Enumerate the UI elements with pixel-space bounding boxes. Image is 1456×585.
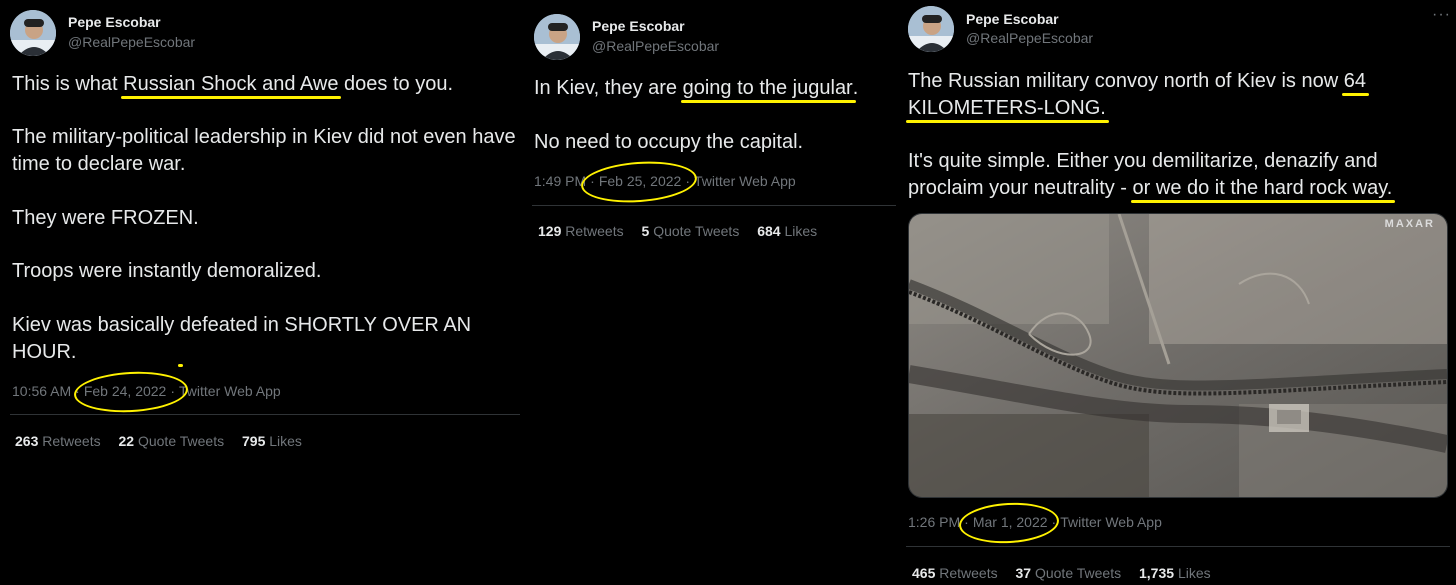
- tweet-stats: 465 Retweets 37 Quote Tweets 1,735 Likes: [912, 565, 1225, 581]
- highlighted-text: going to the jugular: [682, 77, 853, 99]
- divider: [532, 205, 896, 206]
- author-handle[interactable]: @RealPepeEscobar: [592, 38, 719, 54]
- highlighted-text: 64: [1343, 70, 1366, 92]
- quote-tweets-stat[interactable]: 5 Quote Tweets: [642, 223, 740, 239]
- avatar[interactable]: [908, 6, 954, 52]
- avatar[interactable]: [534, 14, 580, 60]
- avatar[interactable]: [10, 10, 56, 56]
- tweet-source[interactable]: Twitter Web App: [179, 383, 281, 399]
- tweet-time[interactable]: 1:49 PM: [534, 173, 586, 189]
- highlighted-text: or we do it the hard rock way.: [1132, 177, 1393, 199]
- tweet-date[interactable]: Feb 25, 2022: [599, 173, 682, 189]
- likes-stat[interactable]: 684 Likes: [757, 223, 817, 239]
- tweet-card: Pepe Escobar @RealPepeEscobar In Kiev, t…: [524, 0, 896, 585]
- tweet-meta: 10:56 AM · Feb 24, 2022 · Twitter Web App: [12, 383, 281, 399]
- tweet-text-paragraph: They were FROZEN.: [12, 207, 199, 229]
- retweets-stat[interactable]: 263 Retweets: [15, 433, 101, 449]
- tweet-card: Pepe Escobar @RealPepeEscobar This is wh…: [0, 0, 522, 585]
- tweet-text-paragraph: It's quite simple. Either you demilitari…: [908, 150, 1393, 199]
- highlighted-text: KILOMETERS-LONG.: [908, 97, 1106, 119]
- tweet-date[interactable]: Mar 1, 2022: [973, 514, 1048, 530]
- tweet-text-paragraph: Kiev was basically defeated in SHORTLY O…: [12, 314, 472, 363]
- tweet-text-paragraph: In Kiev, they are going to the jugular.: [534, 77, 859, 99]
- tweet-time[interactable]: 1:26 PM: [908, 514, 960, 530]
- author-name[interactable]: Pepe Escobar: [592, 18, 685, 34]
- tweet-source[interactable]: Twitter Web App: [1060, 514, 1162, 530]
- more-options-icon[interactable]: ···: [1432, 6, 1451, 24]
- retweets-stat[interactable]: 465 Retweets: [912, 565, 998, 581]
- highlighted-text: Russian Shock and Awe: [123, 73, 339, 95]
- tweet-text-paragraph: No need to occupy the capital.: [534, 131, 804, 153]
- tweet-meta: 1:49 PM · Feb 25, 2022 · Twitter Web App: [534, 173, 796, 189]
- tweet-text-paragraph: Troops were instantly demoralized.: [12, 260, 322, 282]
- tweet-stats: 129 Retweets 5 Quote Tweets 684 Likes: [538, 223, 831, 239]
- author-handle[interactable]: @RealPepeEscobar: [966, 30, 1093, 46]
- tweet-card: Pepe Escobar @RealPepeEscobar ··· The Ru…: [898, 0, 1456, 585]
- tweet-date[interactable]: Feb 24, 2022: [84, 383, 167, 399]
- likes-stat[interactable]: 795 Likes: [242, 433, 302, 449]
- tweet-image[interactable]: MAXAR: [908, 213, 1448, 498]
- tweet-text-paragraph: The Russian military convoy north of Kie…: [908, 70, 1366, 119]
- divider: [10, 414, 520, 415]
- image-watermark: MAXAR: [1384, 218, 1435, 230]
- author-name[interactable]: Pepe Escobar: [966, 11, 1059, 27]
- author-handle[interactable]: @RealPepeEscobar: [68, 34, 195, 50]
- quote-tweets-stat[interactable]: 22 Quote Tweets: [119, 433, 225, 449]
- author-name[interactable]: Pepe Escobar: [68, 14, 161, 30]
- divider: [906, 546, 1450, 547]
- likes-stat[interactable]: 1,735 Likes: [1139, 565, 1211, 581]
- retweets-stat[interactable]: 129 Retweets: [538, 223, 624, 239]
- tweet-text-paragraph: The military-political leadership in Kie…: [12, 126, 516, 175]
- tweet-stats: 263 Retweets 22 Quote Tweets 795 Likes: [15, 433, 316, 449]
- tweet-time[interactable]: 10:56 AM: [12, 383, 71, 399]
- highlighted-text: defeated in SHORTLY OVER AN HOUR: [12, 314, 472, 363]
- satellite-image: [909, 214, 1447, 497]
- tweet-source[interactable]: Twitter Web App: [694, 173, 796, 189]
- tweet-text-paragraph: This is what Russian Shock and Awe does …: [12, 73, 454, 95]
- quote-tweets-stat[interactable]: 37 Quote Tweets: [1016, 565, 1122, 581]
- tweet-meta: 1:26 PM · Mar 1, 2022 · Twitter Web App: [908, 514, 1162, 530]
